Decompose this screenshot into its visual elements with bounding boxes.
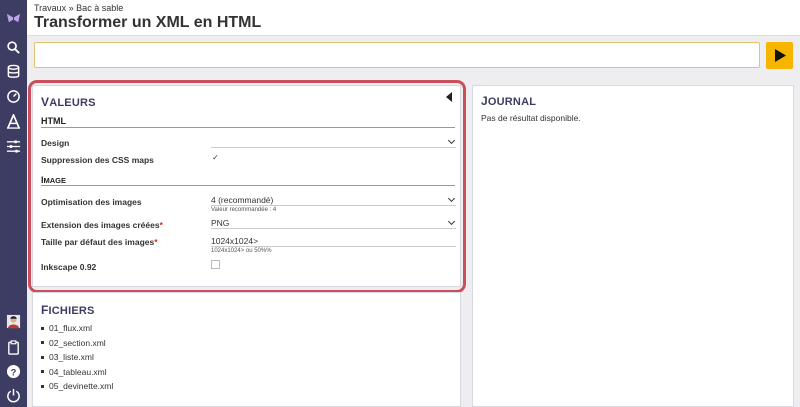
design-label: Design xyxy=(41,138,70,148)
sliders-icon[interactable] xyxy=(4,137,23,156)
font-icon[interactable] xyxy=(4,112,23,131)
section-divider xyxy=(41,185,455,186)
image-optimisation-select[interactable]: 4 (recommandé) xyxy=(211,194,456,206)
list-item[interactable]: 01_flux.xml xyxy=(41,321,113,336)
chevron-down-icon xyxy=(447,136,456,145)
image-optimisation-label: Optimisation des images xyxy=(41,197,142,207)
design-select[interactable] xyxy=(211,136,456,148)
list-item[interactable]: 03_liste.xml xyxy=(41,350,113,365)
svg-text:?: ? xyxy=(11,367,17,377)
css-maps-label: Suppression des CSS maps xyxy=(41,155,154,165)
image-size-label: Taille par défaut des images* xyxy=(41,237,158,247)
breadcrumb[interactable]: Travaux » Bac à sable xyxy=(34,3,123,13)
chevron-down-icon xyxy=(447,194,456,203)
list-item[interactable]: 02_section.xml xyxy=(41,336,113,351)
file-list: 01_flux.xml 02_section.xml 03_liste.xml … xyxy=(41,321,113,394)
values-panel-title: VALEURS xyxy=(41,95,96,109)
list-item[interactable]: 04_tableau.xml xyxy=(41,365,113,380)
values-panel: VALEURS HTML Design Suppression des CSS … xyxy=(32,85,461,287)
image-size-input[interactable]: 1024x1024> xyxy=(211,236,456,247)
chevron-down-icon xyxy=(447,217,456,226)
css-maps-checkbox[interactable]: ✓ xyxy=(211,153,220,162)
inkscape-checkbox[interactable] xyxy=(211,260,220,269)
image-optimisation-hint: Valeur recommandée : 4 xyxy=(211,207,277,213)
journal-empty-text: Pas de résultat disponible. xyxy=(481,113,581,123)
image-size-hint: 1024x1024> ou 50%% xyxy=(211,248,272,254)
sidebar: ? xyxy=(0,0,27,407)
gauge-icon[interactable] xyxy=(4,87,23,106)
files-panel: FICHIERS 01_flux.xml 02_section.xml 03_l… xyxy=(32,292,461,407)
html-section-title: HTML xyxy=(41,116,66,126)
logo-icon[interactable] xyxy=(4,9,23,28)
page-header: Travaux » Bac à sable Transformer un XML… xyxy=(27,0,800,36)
play-icon xyxy=(774,49,786,62)
collapse-arrow-icon[interactable] xyxy=(446,92,452,102)
journal-panel: JOURNAL Pas de résultat disponible. xyxy=(472,85,794,407)
avatar[interactable] xyxy=(4,312,23,331)
search-icon[interactable] xyxy=(4,38,23,57)
database-icon[interactable] xyxy=(4,62,23,81)
inkscape-label: Inkscape 0.92 xyxy=(41,262,97,272)
command-input[interactable] xyxy=(34,42,760,68)
list-item[interactable]: 05_devinette.xml xyxy=(41,379,113,394)
page-title: Transformer un XML en HTML xyxy=(34,14,262,31)
section-divider xyxy=(41,127,455,128)
run-button[interactable] xyxy=(766,42,793,69)
clipboard-icon[interactable] xyxy=(4,338,23,357)
journal-panel-title: JOURNAL xyxy=(481,94,537,108)
power-icon[interactable] xyxy=(4,386,23,405)
files-panel-title: FICHIERS xyxy=(41,303,95,317)
help-icon[interactable]: ? xyxy=(4,362,23,381)
image-extension-select[interactable]: PNG xyxy=(211,217,456,229)
image-section-title: IMAGE xyxy=(41,175,67,185)
image-extension-label: Extension des images créées* xyxy=(41,220,163,230)
